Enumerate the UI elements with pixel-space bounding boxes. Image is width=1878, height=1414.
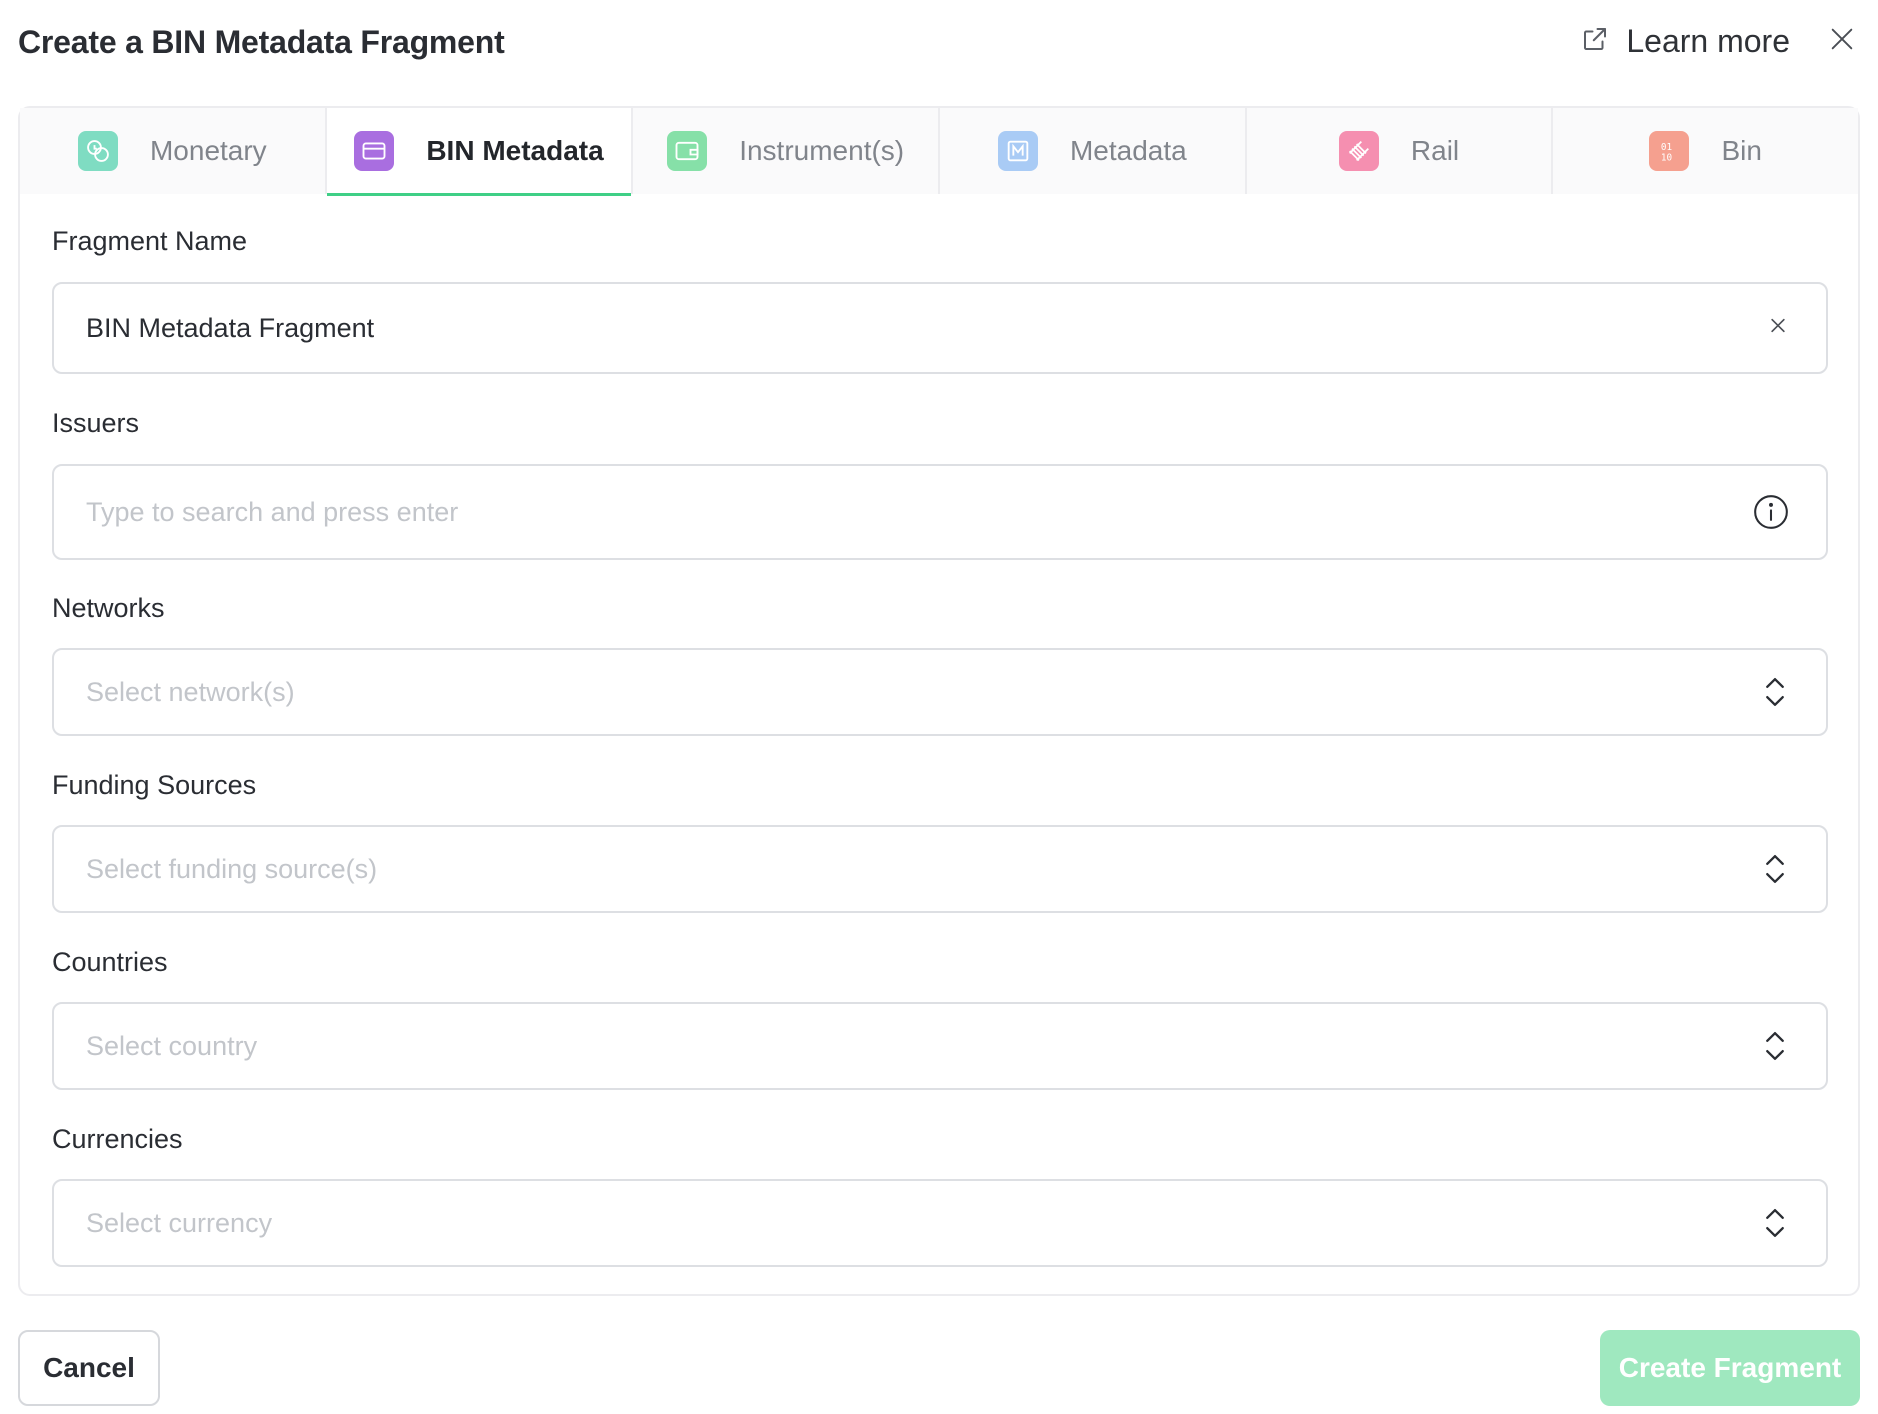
learn-more-label: Learn more	[1626, 22, 1790, 59]
countries-placeholder: Select country	[86, 1030, 258, 1061]
info-icon[interactable]	[1752, 493, 1790, 531]
cancel-button[interactable]: Cancel	[18, 1330, 160, 1406]
tab-bin[interactable]: 01 10 Bin	[1553, 108, 1859, 194]
svg-text:10: 10	[1661, 152, 1673, 163]
funding-sources-placeholder: Select funding source(s)	[86, 853, 378, 884]
tab-bin-metadata[interactable]: BIN Metadata	[326, 108, 634, 196]
tab-label: Metadata	[1069, 135, 1187, 166]
currencies-select[interactable]: Select currency	[52, 1179, 1828, 1267]
m-box-icon	[997, 131, 1038, 171]
countries-label: Countries	[52, 947, 168, 977]
tab-label: Bin	[1721, 135, 1762, 166]
external-link-icon	[1580, 24, 1610, 59]
close-icon	[1768, 316, 1788, 341]
tab-instruments[interactable]: Instrument(s)	[633, 108, 941, 194]
dialog-title: Create a BIN Metadata Fragment	[18, 24, 505, 60]
close-button[interactable]	[1824, 23, 1860, 59]
currencies-label: Currencies	[52, 1124, 183, 1154]
networks-select[interactable]: Select network(s)	[52, 648, 1828, 736]
rail-track-icon	[1338, 131, 1379, 171]
create-fragment-button[interactable]: Create Fragment	[1600, 1330, 1860, 1406]
fragment-name-value: BIN Metadata Fragment	[86, 312, 375, 343]
tab-rail[interactable]: Rail	[1246, 108, 1554, 194]
fragment-name-label: Fragment Name	[52, 226, 248, 256]
tab-label: Instrument(s)	[739, 135, 905, 166]
close-icon	[1828, 25, 1856, 58]
issuers-search-input[interactable]: Type to search and press enter	[52, 464, 1828, 560]
funding-sources-select[interactable]: Select funding source(s)	[52, 825, 1828, 913]
tab-monetary[interactable]: Monetary	[20, 108, 327, 194]
svg-text:01: 01	[1661, 142, 1672, 153]
fragment-type-tabs: Monetary BIN Metadata Instrument(s) Meta…	[20, 108, 1859, 196]
networks-placeholder: Select network(s)	[86, 676, 295, 707]
chevron-up-down-icon	[1762, 674, 1788, 710]
fragment-name-input[interactable]: BIN Metadata Fragment	[52, 282, 1828, 374]
funding-sources-label: Funding Sources	[52, 770, 257, 800]
countries-select[interactable]: Select country	[52, 1002, 1828, 1090]
wallet-icon	[667, 131, 708, 171]
issuers-placeholder: Type to search and press enter	[86, 496, 459, 527]
networks-label: Networks	[52, 593, 165, 623]
issuers-label: Issuers	[52, 408, 140, 438]
tab-label: BIN Metadata	[426, 135, 604, 166]
dialog-header: Create a BIN Metadata Fragment Learn mor…	[18, 18, 1860, 64]
fragment-form-card: Monetary BIN Metadata Instrument(s) Meta…	[18, 106, 1860, 1296]
tab-label: Monetary	[149, 135, 267, 166]
tab-metadata[interactable]: Metadata	[940, 108, 1247, 194]
binary-icon: 01 10	[1649, 131, 1690, 171]
chevron-up-down-icon	[1762, 851, 1788, 887]
currencies-placeholder: Select currency	[86, 1207, 273, 1238]
tab-label: Rail	[1410, 135, 1460, 166]
learn-more-link[interactable]: Learn more	[1580, 22, 1790, 60]
chevron-up-down-icon	[1762, 1205, 1788, 1241]
chevron-up-down-icon	[1762, 1028, 1788, 1064]
clear-input-button[interactable]	[1768, 316, 1788, 341]
credit-card-icon	[354, 131, 395, 171]
coins-icon	[77, 131, 118, 171]
